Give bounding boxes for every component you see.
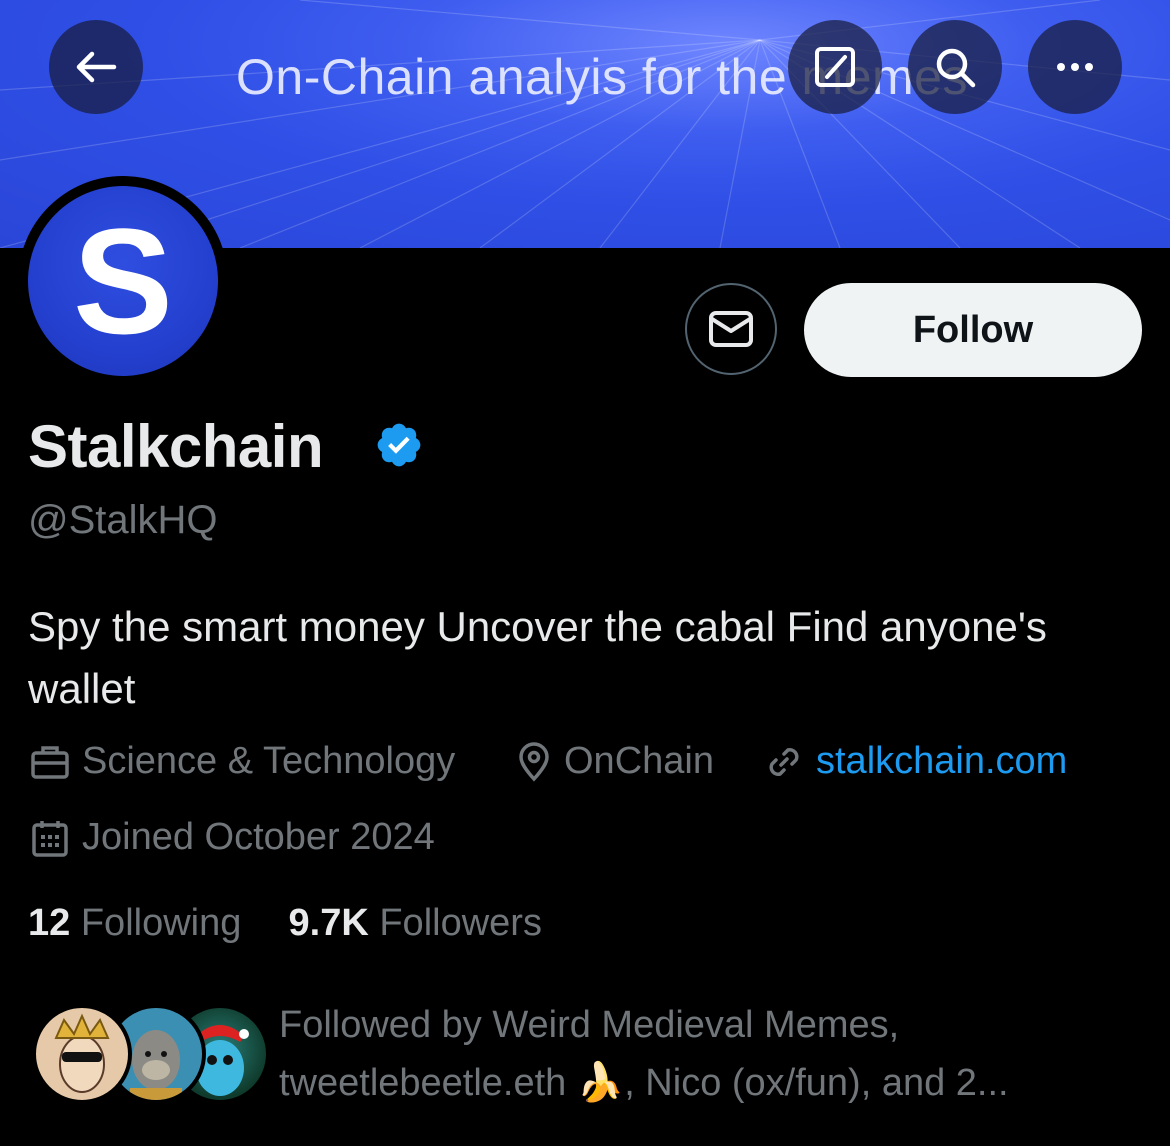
search-button[interactable] <box>908 20 1002 114</box>
more-icon <box>1057 63 1093 71</box>
website-item[interactable]: stalkchain.com <box>764 740 1067 783</box>
followed-by-text[interactable]: Followed by Weird Medieval Memes, tweetl… <box>279 996 1139 1112</box>
profile-bio: Spy the smart money Uncover the cabal Fi… <box>28 603 1047 712</box>
king-avatar-image <box>54 1013 110 1093</box>
search-icon <box>936 48 976 88</box>
calendar-icon <box>32 820 68 857</box>
verified-badge-icon[interactable] <box>374 420 424 470</box>
followers-label: Followers <box>379 902 542 944</box>
location-pin-icon <box>519 741 549 782</box>
joined-label: Joined October 2024 <box>82 816 435 858</box>
location-label: OnChain <box>564 740 714 782</box>
mail-icon <box>709 311 753 347</box>
followers-count: 9.7K <box>288 902 369 944</box>
profile-name: Stalkchain <box>28 413 324 480</box>
following-label: Following <box>80 902 242 944</box>
joined-item: Joined October 2024 <box>30 816 435 859</box>
category-label: Science & Technology <box>82 740 456 782</box>
following-count: 12 <box>28 902 71 944</box>
location-item: OnChain <box>516 740 714 783</box>
follow-button[interactable]: Follow <box>804 283 1142 377</box>
profile-stats: 12 Following 9.7K Followers <box>28 902 542 945</box>
followed-by-line-1: Followed by Weird Medieval Memes, <box>279 1004 900 1046</box>
profile-handle: @StalkHQ <box>28 498 218 542</box>
following-link[interactable]: 12 Following <box>28 902 241 944</box>
briefcase-icon <box>31 745 69 779</box>
followers-link[interactable]: 9.7K Followers <box>289 902 542 944</box>
category-item: Science & Technology <box>30 740 455 783</box>
follower-avatar-1[interactable] <box>32 1004 132 1104</box>
link-icon <box>769 747 799 776</box>
website-link[interactable]: stalkchain.com <box>816 740 1067 783</box>
arrow-left-icon <box>76 51 117 83</box>
avatar-letter: S <box>28 186 218 376</box>
back-button[interactable] <box>49 20 143 114</box>
profile-avatar[interactable]: S <box>18 176 228 386</box>
more-button[interactable] <box>1028 20 1122 114</box>
compose-button[interactable] <box>788 20 882 114</box>
followed-by-line-2: tweetlebeetle.eth 🍌, Nico (ox/fun), and … <box>279 1062 1009 1104</box>
message-button[interactable] <box>685 283 777 375</box>
compose-icon <box>815 47 855 87</box>
